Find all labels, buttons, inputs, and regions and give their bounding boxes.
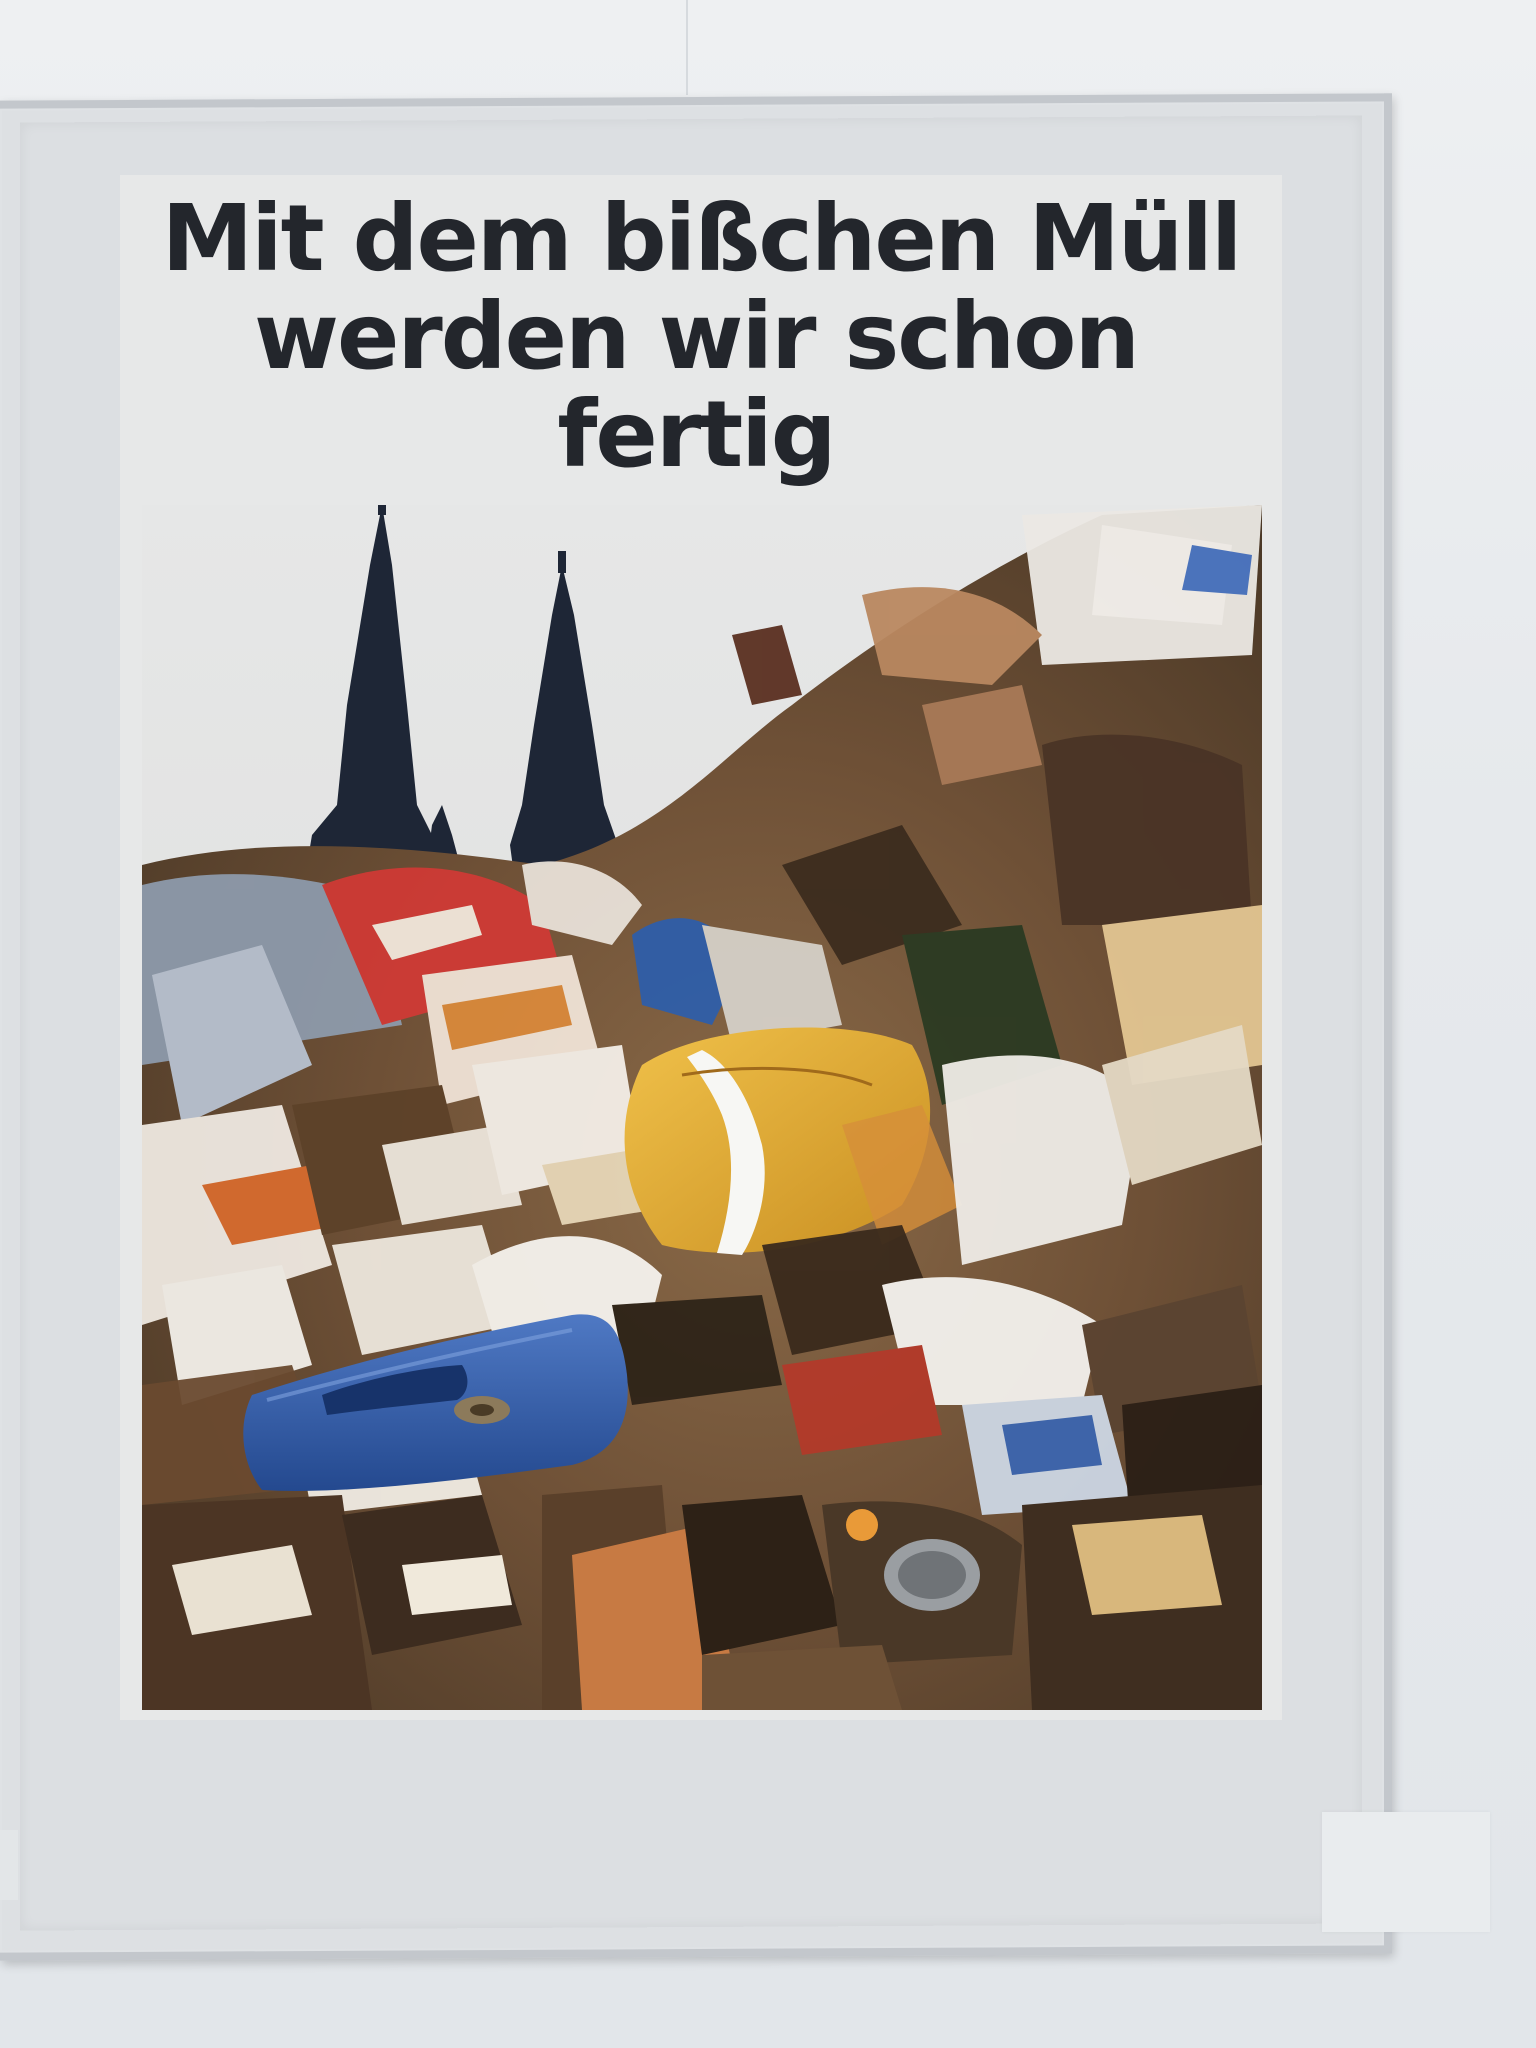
- wall-label-card: [1322, 1812, 1490, 1932]
- wall-seam: [686, 0, 688, 95]
- headline-line-1: Mit dem bißchen Müll: [161, 185, 1243, 292]
- garbage-photo: [142, 505, 1262, 1710]
- adjacent-wall-label: [0, 1830, 18, 1900]
- poster-headline: Mit dem bißchen Müll werden wir schon fe…: [120, 190, 1282, 484]
- yellow-bag: [624, 1027, 962, 1255]
- garbage-photo-illustration: [142, 505, 1262, 1710]
- headline-line-2: werden wir schon fertig: [254, 283, 1140, 488]
- poster: Mit dem bißchen Müll werden wir schon fe…: [120, 175, 1282, 1720]
